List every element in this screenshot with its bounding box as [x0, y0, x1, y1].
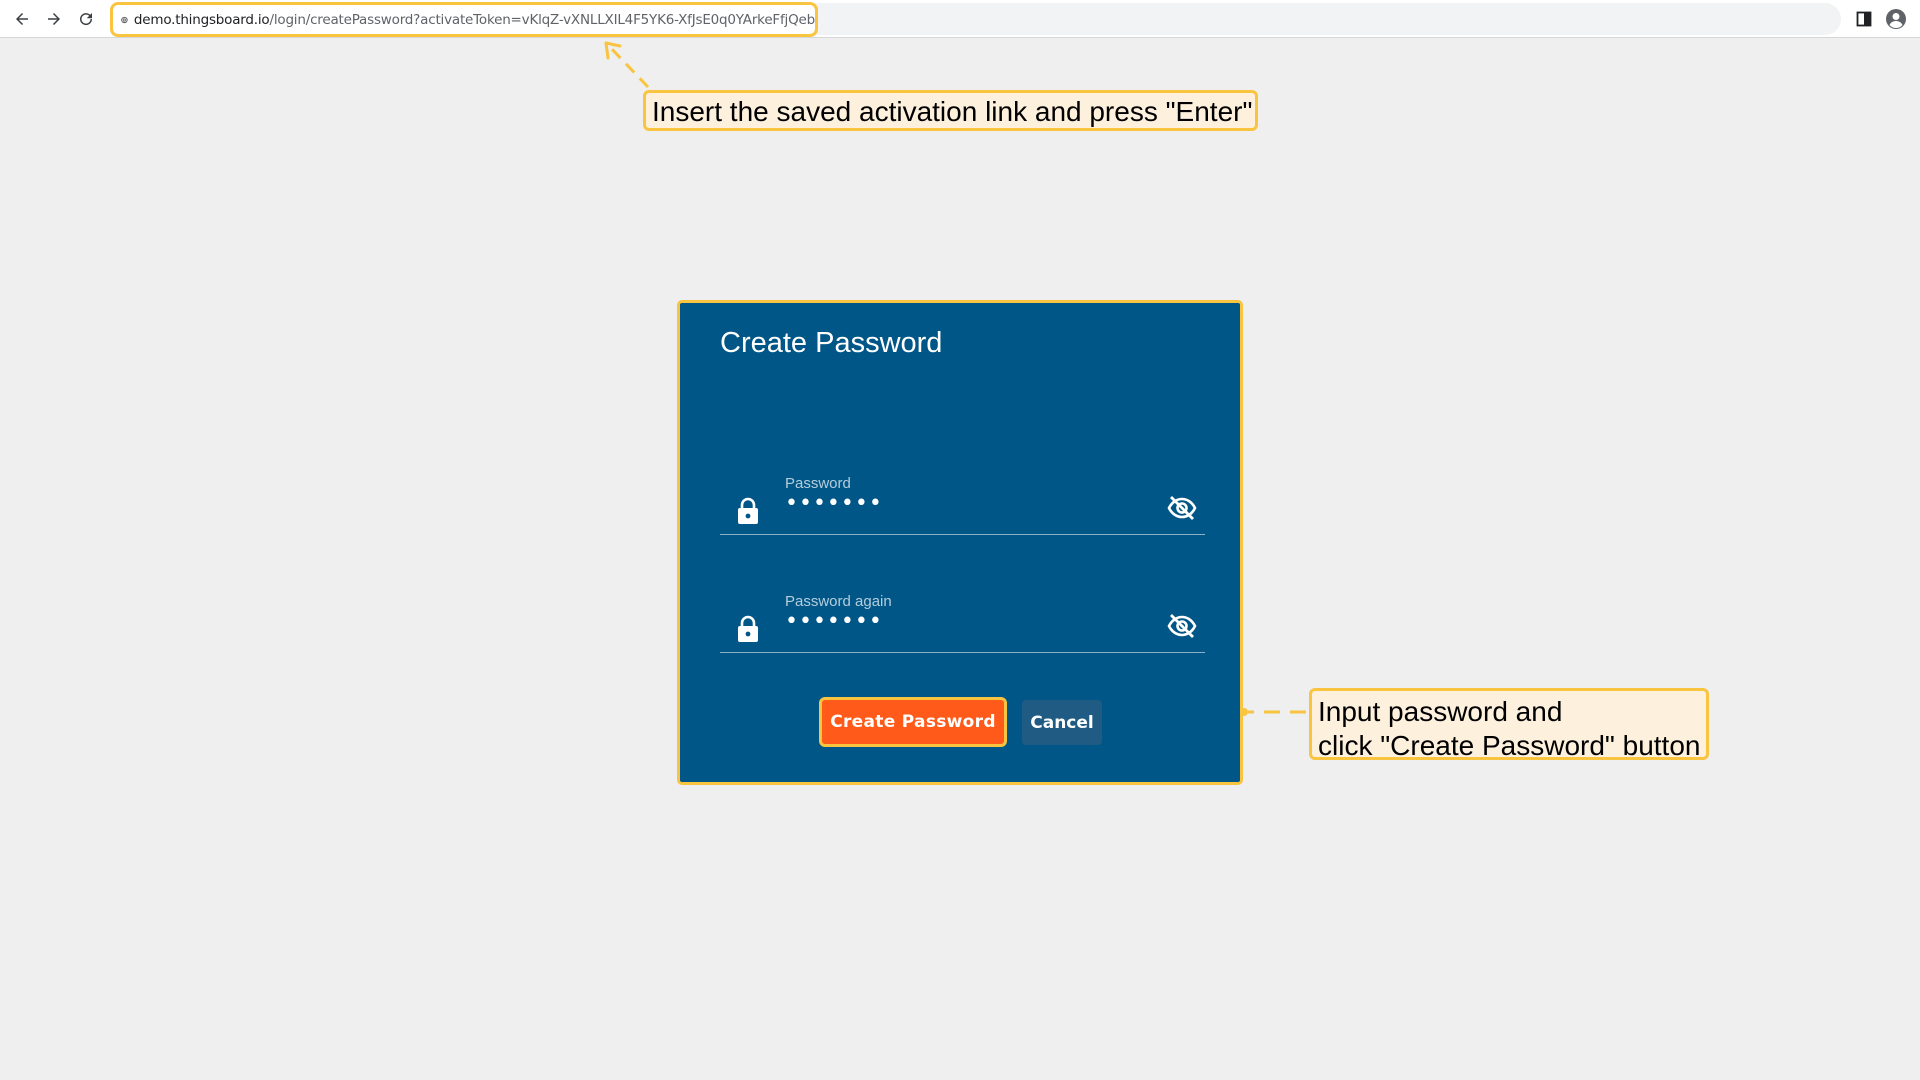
create-password-button[interactable]: Create Password: [819, 697, 1007, 747]
address-bar[interactable]: demo.thingsboard.io/login/createPassword…: [110, 2, 818, 37]
url-path: /login/createPassword?activateToken=vKlq…: [269, 11, 815, 28]
browser-toolbar: demo.thingsboard.io/login/createPassword…: [0, 0, 1920, 38]
callout-right-line1: Input password and: [1318, 696, 1563, 727]
callout-arrow-top: [604, 41, 650, 89]
profile-icon[interactable]: [1885, 8, 1907, 30]
card-title: Create Password: [720, 327, 943, 359]
cancel-button[interactable]: Cancel: [1022, 700, 1102, 745]
visibility-off-icon[interactable]: [1167, 495, 1197, 521]
password-again-label: Password again: [785, 593, 892, 610]
password-label: Password: [785, 475, 851, 492]
password-input[interactable]: •••••••: [785, 491, 883, 516]
reload-icon[interactable]: [74, 7, 98, 31]
back-arrow-icon[interactable]: [10, 7, 34, 31]
instruction-callout-right: Input password and click "Create Passwor…: [1309, 688, 1709, 761]
lock-icon: [738, 615, 758, 642]
callout-top-text: Insert the saved activation link and pre…: [652, 96, 1253, 127]
forward-arrow-icon[interactable]: [42, 7, 66, 31]
callout-arrow-right: [1240, 708, 1306, 716]
password-again-field[interactable]: Password again •••••••: [720, 593, 1205, 653]
site-info-icon[interactable]: [121, 12, 128, 28]
password-field[interactable]: Password •••••••: [720, 475, 1205, 535]
side-panel-icon[interactable]: [1853, 8, 1875, 30]
url-text: demo.thingsboard.io/login/createPassword…: [134, 12, 815, 28]
callout-right-line2: click "Create Password" button: [1318, 730, 1701, 761]
create-password-card: Create Password Password ••••••• Passwor…: [677, 300, 1243, 785]
lock-icon: [738, 497, 758, 524]
url-host: demo.thingsboard.io: [133, 11, 270, 28]
instruction-callout-top: Insert the saved activation link and pre…: [643, 90, 1258, 131]
visibility-off-icon[interactable]: [1167, 613, 1197, 639]
password-again-input[interactable]: •••••••: [785, 609, 883, 634]
